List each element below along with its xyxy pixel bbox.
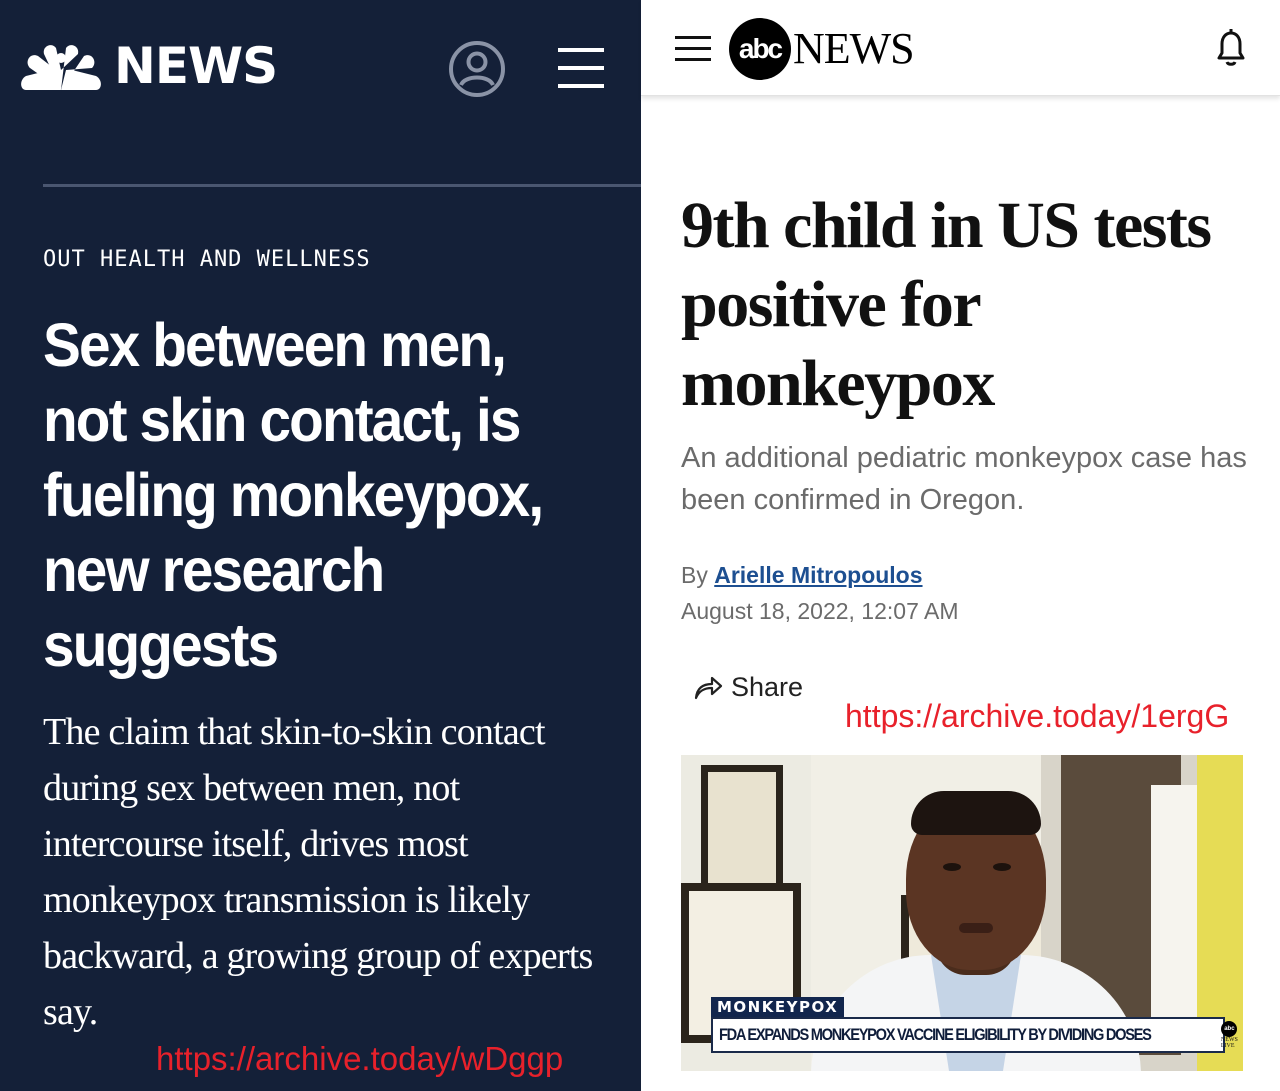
header-divider [43,184,641,187]
chyron-text: FDA EXPANDS MONKEYPOX VACCINE ELIGIBILIT… [719,1025,1152,1044]
peacock-logo-icon [21,45,101,90]
abc-logo-circle[interactable]: abc [729,18,791,80]
byline-prefix: By [681,562,708,588]
article-headline: 9th child in US tests positive for monke… [681,189,1212,420]
section-label[interactable]: OUT HEALTH AND WELLNESS [43,247,371,272]
abc-news-live-logo: abc NEWS LIVE [1221,1021,1238,1049]
nbc-news-panel: NEWS OUT HEALTH AND WELLNESS Sex between… [0,0,641,1091]
share-button[interactable]: Share [693,672,803,703]
article-summary: The claim that skin-to-skin contact duri… [43,711,593,1033]
archive-link[interactable]: https://archive.today/1ergG [845,698,1229,735]
nbc-logo[interactable]: NEWS [20,37,278,95]
chyron: FDA EXPANDS MONKEYPOX VACCINE ELIGIBILIT… [711,1017,1238,1053]
abc-logo-text[interactable]: NEWS [793,24,915,74]
author-link[interactable]: Arielle Mitropoulos [714,562,922,588]
archive-link[interactable]: https://archive.today/wDggp [156,1040,563,1078]
article-summary: An additional pediatric monkeypox case h… [681,442,1247,516]
topic-tag: MONKEYPOX [711,997,845,1017]
video-lower-third: MONKEYPOX FDA EXPANDS MONKEYPOX VACCINE … [711,997,1238,1053]
publish-date: August 18, 2022, 12:07 AM [681,598,959,624]
share-label: Share [731,672,804,702]
hamburger-menu-icon[interactable] [558,48,604,88]
abc-news-panel: abc NEWS 9th child in US tests positive … [641,0,1280,1091]
hamburger-menu-icon[interactable] [675,36,711,62]
video-thumbnail[interactable]: MONKEYPOX FDA EXPANDS MONKEYPOX VACCINE … [681,755,1243,1071]
nbc-logo-text: NEWS [114,37,278,95]
share-arrow-icon [694,676,723,699]
article-headline: Sex between men, not skin contact, is fu… [43,311,544,679]
byline: By Arielle Mitropoulos [681,562,923,589]
notification-bell-icon[interactable] [1213,28,1249,68]
abc-top-bar: abc NEWS [641,0,1280,96]
account-icon[interactable] [448,40,506,98]
